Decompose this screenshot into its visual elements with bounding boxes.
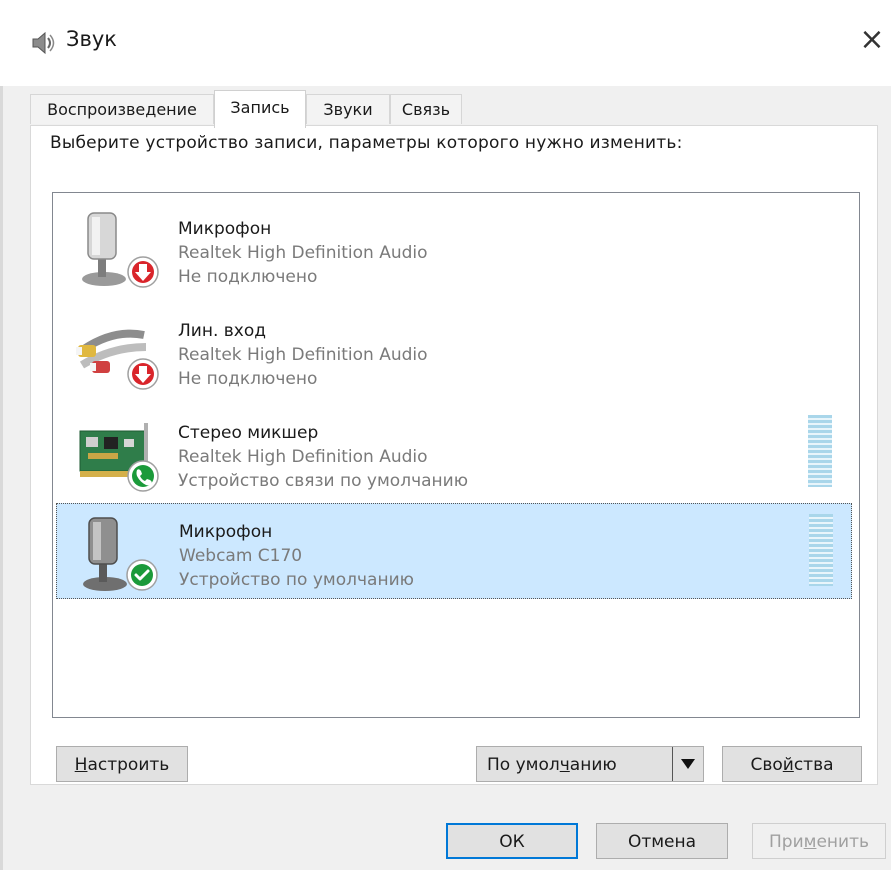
split-dropdown-arrow[interactable] xyxy=(672,747,703,781)
device-item-microphone-webcam[interactable]: Микрофон Webcam C170 Устройство по умолч… xyxy=(56,503,852,599)
cancel-button[interactable]: Отмена xyxy=(596,823,728,859)
level-meter xyxy=(809,514,833,586)
set-default-split-button[interactable]: По умолчанию xyxy=(476,746,704,782)
close-button[interactable]: × xyxy=(856,22,888,58)
button-label-part: енить xyxy=(816,832,869,852)
device-status: Устройство связи по умолчанию xyxy=(178,471,469,491)
tab-communications[interactable]: Связь xyxy=(390,94,462,124)
device-driver: Realtek High Definition Audio xyxy=(178,243,428,263)
button-label-part: По умол xyxy=(487,755,560,775)
device-name: Стерео микшер xyxy=(178,423,319,443)
device-status: Не подключено xyxy=(178,267,318,287)
sound-dialog: Звук × Воспроизведение Запись Звуки Связ… xyxy=(0,0,891,870)
button-label-accesskey: м xyxy=(803,832,817,852)
device-status: Не подключено xyxy=(178,369,318,389)
properties-button[interactable]: Свойства xyxy=(722,746,862,782)
level-meter xyxy=(808,415,832,487)
red-down-arrow-badge-icon xyxy=(127,256,159,288)
device-name: Микрофон xyxy=(178,219,272,239)
triangle-down-icon xyxy=(681,759,695,769)
green-check-badge-icon xyxy=(126,559,158,591)
speaker-icon xyxy=(32,31,55,55)
button-label-part: Сво xyxy=(750,755,783,775)
button-label-part: ства xyxy=(793,755,834,775)
button-label-part: астроить xyxy=(87,755,170,775)
device-item-line-in[interactable]: Лин. вход Realtek High Definition Audio … xyxy=(56,301,852,397)
instruction-text: Выберите устройство записи, параметры ко… xyxy=(50,133,683,153)
tab-sounds[interactable]: Звуки xyxy=(306,94,390,124)
red-down-arrow-badge-icon xyxy=(127,358,159,390)
device-item-stereo-mix[interactable]: Стерео микшер Realtek High Definition Au… xyxy=(56,403,852,499)
apply-button[interactable]: Применить xyxy=(752,823,886,859)
device-name: Микрофон xyxy=(179,522,273,542)
tab-playback[interactable]: Воспроизведение xyxy=(30,94,214,124)
button-label-part: При xyxy=(769,832,804,852)
button-label-accesskey: Н xyxy=(74,755,88,775)
green-phone-badge-icon xyxy=(127,460,159,492)
device-driver: Webcam C170 xyxy=(179,546,303,566)
device-driver: Realtek High Definition Audio xyxy=(178,345,428,365)
close-icon: × xyxy=(859,22,885,57)
title-bar: Звук × xyxy=(0,0,891,86)
device-status: Устройство по умолчанию xyxy=(179,570,414,590)
ok-button[interactable]: ОК xyxy=(446,823,578,859)
button-label-accesskey: ч xyxy=(559,755,570,775)
recording-device-list[interactable]: Микрофон Realtek High Definition Audio Н… xyxy=(52,192,860,718)
device-driver: Realtek High Definition Audio xyxy=(178,447,428,467)
button-label-accesskey: й xyxy=(782,755,794,775)
device-name: Лин. вход xyxy=(178,321,266,341)
window-title: Звук xyxy=(66,27,117,51)
device-item-microphone-realtek[interactable]: Микрофон Realtek High Definition Audio Н… xyxy=(56,199,852,295)
button-label-part: анию xyxy=(569,755,617,775)
configure-button[interactable]: Настроить xyxy=(56,746,188,782)
tab-recording[interactable]: Запись xyxy=(214,90,306,128)
